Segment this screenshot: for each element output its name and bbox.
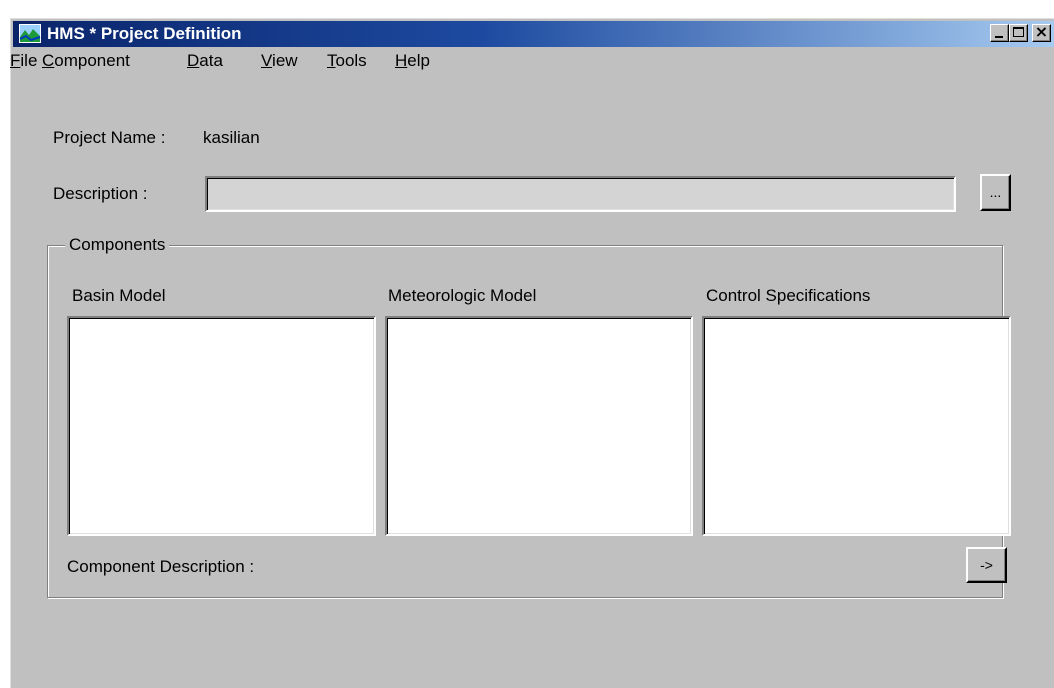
menu-help-mnemonic: H [395,51,408,70]
menu-tools-label: ools [335,51,367,70]
component-description-arrow-button[interactable]: -> [966,547,1007,583]
minimize-button[interactable] [990,24,1009,42]
hms-landscape-icon [19,24,41,43]
menu-component[interactable]: Component [42,51,130,71]
menu-file[interactable]: File [10,51,37,71]
menu-data[interactable]: Data [187,51,223,71]
control-specifications-label: Control Specifications [706,286,871,305]
menu-help-label: elp [407,51,430,70]
description-field[interactable] [205,176,956,212]
project-definition-window: HMS * Project Definition × File Componen… [10,18,1054,688]
description-browse-button[interactable]: ... [980,174,1011,211]
menu-view-label: iew [272,51,298,70]
menu-tools[interactable]: Tools [327,51,367,71]
menu-file-label: ile [20,51,38,70]
menu-help[interactable]: Help [395,51,430,71]
basin-model-label: Basin Model [72,286,166,305]
project-name-value: kasilian [203,128,260,147]
minimize-icon [995,36,1003,38]
project-name-label: Project Name : [53,128,166,147]
meteorologic-model-label: Meteorologic Model [388,286,537,305]
menu-view-mnemonic: V [261,51,273,70]
meteorologic-model-list[interactable] [385,316,693,536]
menu-bar: File Component Data View Tools Help [10,48,1054,74]
close-button[interactable]: × [1032,22,1051,42]
basin-model-list[interactable] [67,316,376,536]
title-bar[interactable]: HMS * Project Definition × [13,21,1054,47]
menu-tools-mnemonic: T [327,51,336,70]
menu-component-label: omponent [54,51,130,70]
arrow-button-label: -> [980,557,993,573]
maximize-button[interactable] [1009,24,1028,42]
control-specifications-list[interactable] [702,316,1011,536]
description-browse-label: ... [989,184,1002,200]
menu-view[interactable]: View [261,51,298,71]
menu-component-mnemonic: C [42,51,55,70]
window-title: HMS * Project Definition [47,24,242,43]
menu-data-mnemonic: D [187,51,200,70]
description-label: Description : [53,184,148,203]
menu-data-label: ata [199,51,223,70]
close-icon: × [1034,22,1049,41]
menu-file-mnemonic: F [10,51,21,70]
components-group-label: Components [65,235,170,255]
component-description-label: Component Description : [67,557,255,576]
maximize-icon [1013,27,1024,37]
